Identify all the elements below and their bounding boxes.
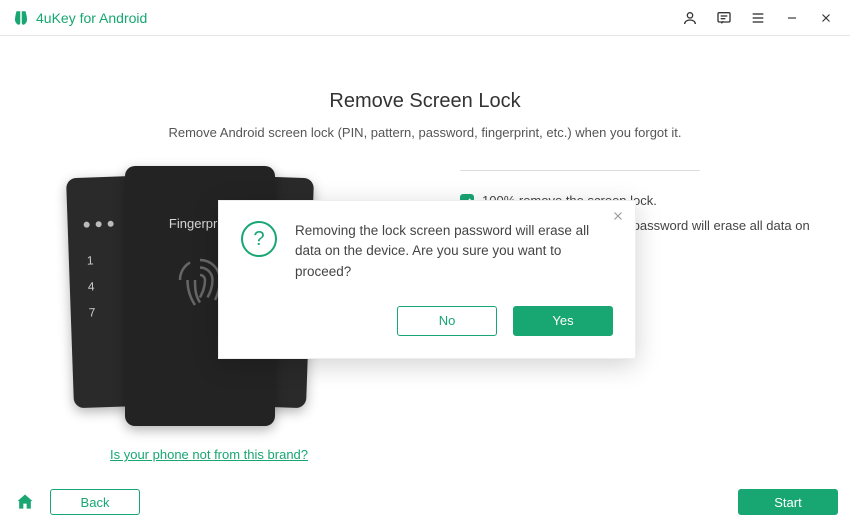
home-icon xyxy=(15,492,35,512)
dialog-yes-button[interactable]: Yes xyxy=(513,306,613,336)
footer-bar: Back Start xyxy=(0,484,850,520)
back-button[interactable]: Back xyxy=(50,489,140,515)
main-content: Remove Screen Lock Remove Android screen… xyxy=(0,36,850,484)
dialog-no-button[interactable]: No xyxy=(397,306,497,336)
logo-icon xyxy=(12,9,30,27)
minimize-button[interactable] xyxy=(780,6,804,30)
dialog-close-button[interactable] xyxy=(611,209,625,223)
app-logo: 4uKey for Android xyxy=(12,9,147,27)
start-button[interactable]: Start xyxy=(738,489,838,515)
page-title: Remove Screen Lock xyxy=(40,90,810,113)
title-bar: 4uKey for Android xyxy=(0,0,850,36)
question-icon: ? xyxy=(241,221,277,257)
menu-icon[interactable] xyxy=(746,6,770,30)
other-brand-link[interactable]: Is your phone not from this brand? xyxy=(110,447,308,462)
feedback-icon[interactable] xyxy=(712,6,736,30)
confirm-dialog: ? Removing the lock screen password will… xyxy=(218,200,636,359)
home-button[interactable] xyxy=(12,489,38,515)
close-icon xyxy=(611,209,625,223)
app-title: 4uKey for Android xyxy=(36,10,147,26)
close-button[interactable] xyxy=(814,6,838,30)
account-icon[interactable] xyxy=(678,6,702,30)
page-subtitle: Remove Android screen lock (PIN, pattern… xyxy=(40,125,810,140)
dialog-message: Removing the lock screen password will e… xyxy=(295,221,613,282)
